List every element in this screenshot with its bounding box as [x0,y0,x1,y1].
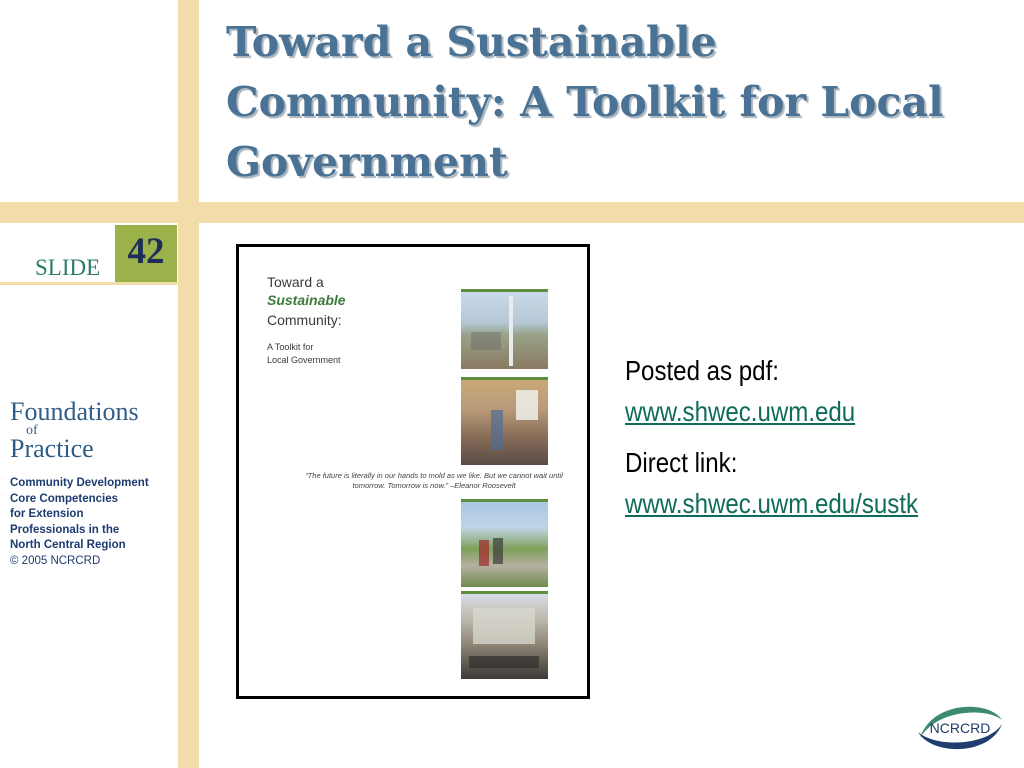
cover-quote: “The future is literally in our hands to… [305,471,563,490]
posted-link[interactable]: www.shwec.uwm.edu [625,396,855,427]
org-line: Professionals in the [10,523,120,536]
foundations-of-practice-logo: Foundations of Practice [10,398,175,462]
logo-text: NCRCRD [930,720,991,736]
cover-photo-wind-turbine [461,289,548,369]
cover-title-line: Community: [267,312,342,328]
organization-description: Community Development Core Competencies … [10,476,180,569]
practice-word: Practice [10,434,94,463]
foundations-word: Foundations [10,397,139,426]
posted-label: Posted as pdf: [625,355,779,386]
org-line: for Extension [10,508,84,520]
horizontal-accent-bar [0,202,1024,223]
slide-divider-line [0,282,178,285]
org-line: Community Development [10,477,149,489]
org-line: North Central Region [10,539,126,551]
cover-subtitle-line: A Toolkit for [267,342,314,352]
vertical-accent-bar [178,0,199,768]
slide-label: SLIDE [35,255,101,280]
cover-photo-downtown-building [461,591,548,679]
cover-title-line: Sustainable [267,292,346,308]
cover-photo-meeting [461,377,548,465]
ncrcrd-logo: NCRCRD [918,706,1002,750]
direct-link[interactable]: www.shwec.uwm.edu/sustk [625,488,918,519]
copyright-text: © 2005 NCRCRD [10,554,101,567]
link-info: Posted as pdf: www.shwec.uwm.edu Direct … [625,350,918,524]
cover-photo-cyclists [461,499,548,587]
cover-subtitle-line: Local Government [267,355,341,365]
cover-title-line: Toward a [267,274,324,290]
toolkit-cover-image: Toward a Sustainable Community: A Toolki… [236,244,590,699]
slide-number: 42 [127,231,165,272]
direct-label: Direct link: [625,447,738,478]
org-line: Core Competencies [10,492,119,505]
slide-title: Toward a Sustainable Community: A Toolki… [226,18,944,186]
slide-number-box: 42 [115,225,177,282]
